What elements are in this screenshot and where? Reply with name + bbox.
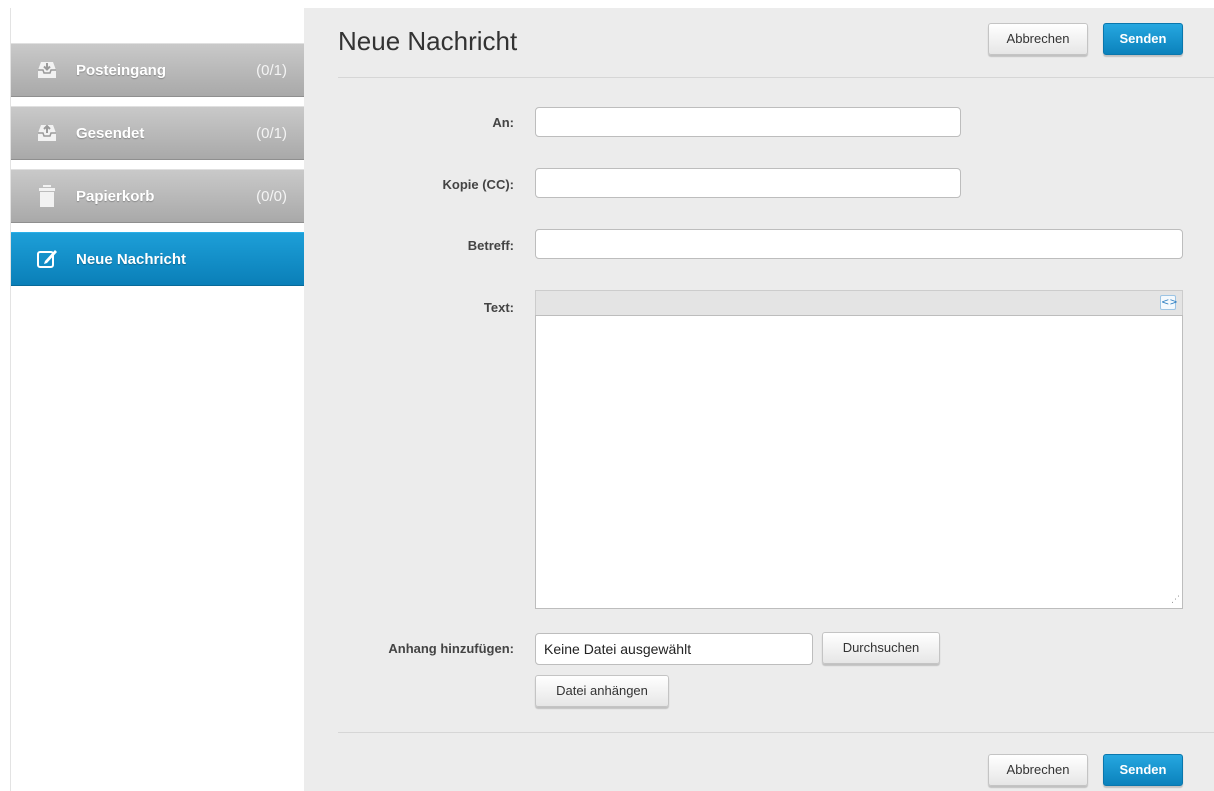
message-body-editor[interactable] [535, 315, 1183, 609]
resize-grip-icon[interactable]: ⋰ [1170, 595, 1180, 605]
sent-icon [38, 124, 56, 141]
attach-file-button[interactable]: Datei anhängen [535, 675, 669, 707]
folder-sidebar: Posteingang (0/1) Gesendet (0/1) Papierk… [10, 8, 305, 791]
send-button-bottom[interactable]: Senden [1103, 754, 1183, 786]
sidebar-item-inbox[interactable]: Posteingang (0/1) [11, 43, 305, 97]
cancel-button-top[interactable]: Abbrechen [988, 23, 1088, 55]
sidebar-item-label: Gesendet [76, 125, 145, 142]
sidebar-item-label: Posteingang [76, 62, 167, 79]
to-label: An: [492, 115, 514, 130]
sidebar-item-count: (0/1) [256, 62, 287, 79]
top-strip [0, 0, 1214, 8]
sidebar-item-count: (0/1) [256, 125, 287, 142]
sidebar-item-label: Papierkorb [76, 188, 155, 205]
header-divider [338, 77, 1214, 78]
subject-field[interactable] [535, 229, 1183, 259]
editor-toolbar: <> [535, 290, 1183, 315]
source-code-icon[interactable]: <> [1160, 295, 1178, 310]
trash-icon [39, 185, 55, 207]
cancel-button-bottom[interactable]: Abbrechen [988, 754, 1088, 786]
attachment-label: Anhang hinzufügen: [388, 641, 514, 656]
sidebar-item-sent[interactable]: Gesendet (0/1) [11, 106, 305, 160]
cc-label: Kopie (CC): [442, 177, 515, 192]
compose-icon [37, 250, 57, 268]
send-button-top[interactable]: Senden [1103, 23, 1183, 55]
file-name-display[interactable]: Keine Datei ausgewählt [535, 633, 813, 665]
cc-field[interactable] [535, 168, 961, 198]
inbox-icon [38, 62, 56, 78]
text-label: Text: [483, 300, 514, 315]
sidebar-item-label: Neue Nachricht [76, 251, 187, 268]
sidebar-item-trash[interactable]: Papierkorb (0/0) [11, 169, 305, 223]
to-field[interactable] [535, 107, 961, 137]
page-title: Neue Nachricht [338, 26, 518, 56]
subject-label: Betreff: [467, 238, 514, 253]
footer-divider [338, 732, 1214, 733]
browse-button[interactable]: Durchsuchen [822, 632, 940, 664]
sidebar-item-count: (0/0) [256, 188, 287, 205]
sidebar-item-new-message[interactable]: Neue Nachricht [11, 232, 305, 286]
compose-panel: Neue Nachricht Abbrechen Senden An: Kopi… [304, 8, 1214, 791]
